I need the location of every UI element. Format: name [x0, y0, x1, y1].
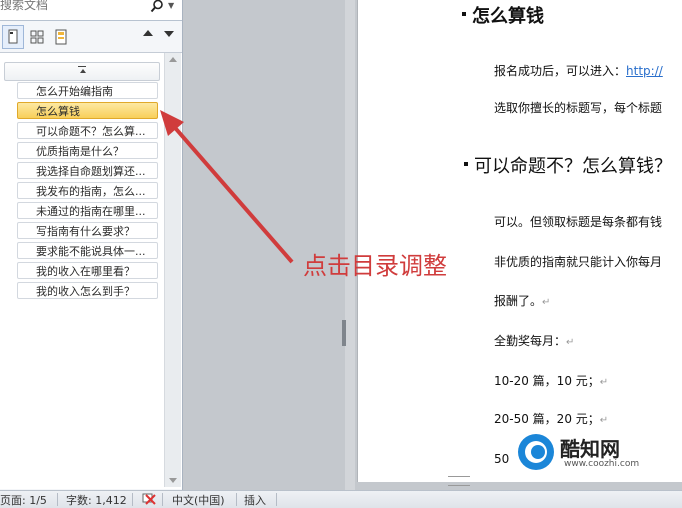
watermark-url: www.coozhi.com: [564, 459, 640, 469]
insert-mode-indicator[interactable]: 插入: [244, 492, 266, 508]
page-count[interactable]: 页面: 1/5: [0, 492, 47, 508]
proofing-icon[interactable]: [142, 493, 156, 505]
status-divider: [236, 493, 237, 506]
watermark-logo-icon: [518, 434, 554, 470]
language-indicator[interactable]: 中文(中国): [172, 492, 225, 508]
watermark-name: 酷知网: [560, 437, 620, 461]
annotation-label: 点击目录调整: [303, 252, 447, 280]
status-divider: [276, 493, 277, 506]
word-count[interactable]: 字数: 1,412: [66, 492, 127, 508]
watermark: 酷知网 www.coozhi.com: [510, 428, 672, 480]
status-bar: 页面: 1/5 字数: 1,412 中文(中国) 插入: [0, 490, 682, 508]
status-divider: [57, 493, 58, 506]
status-divider: [162, 493, 163, 506]
status-divider: [132, 493, 133, 506]
